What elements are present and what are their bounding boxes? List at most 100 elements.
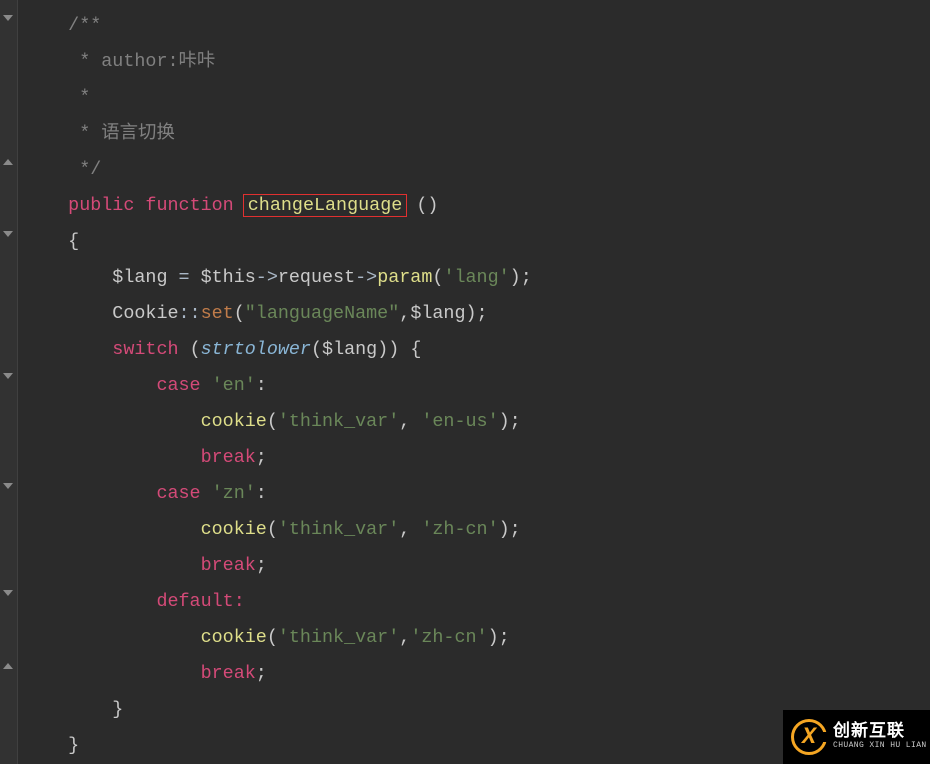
call-token: param: [377, 267, 432, 288]
keyword-break: break: [201, 663, 256, 684]
call-token: cookie: [201, 627, 267, 648]
string-token: 'think_var': [278, 411, 399, 432]
logo-title: 创新互联: [833, 724, 927, 742]
code-editor[interactable]: /** * author:咔咔 * * 语言切换 */ public funct…: [18, 0, 930, 764]
code-line: default:: [18, 584, 930, 620]
code-line: switch (strtolower($lang)) {: [18, 332, 930, 368]
code-line: case 'zn':: [18, 476, 930, 512]
semi-token: ;: [510, 519, 521, 540]
paren-token: (: [234, 303, 245, 324]
call-token: cookie: [201, 411, 267, 432]
variable-token: $lang: [410, 303, 465, 324]
code-line: case 'en':: [18, 368, 930, 404]
paren-token: (: [267, 627, 278, 648]
fold-marker-icon[interactable]: [2, 370, 14, 382]
arrow-token: ->: [256, 267, 278, 288]
logo-letter: X: [802, 724, 816, 750]
builtin-token: strtolower: [201, 339, 311, 360]
fold-marker-icon[interactable]: [2, 480, 14, 492]
paren-token: (: [416, 195, 427, 216]
paren-token: ): [499, 519, 510, 540]
code-line: *: [18, 80, 930, 116]
comma-token: ,: [399, 411, 410, 432]
code-line: {: [18, 224, 930, 260]
code-line: break;: [18, 548, 930, 584]
paren-token: (: [311, 339, 322, 360]
operator-token: =: [167, 267, 200, 288]
semi-token: ;: [256, 663, 267, 684]
brace-token: {: [410, 339, 421, 360]
comment-token: * author:: [68, 51, 178, 72]
semi-token: ;: [256, 447, 267, 468]
fold-marker-icon[interactable]: [2, 228, 14, 240]
code-line: public function changeLanguage (): [18, 188, 930, 224]
code-line: * 语言切换: [18, 116, 930, 152]
string-token: "languageName": [245, 303, 400, 324]
logo-subtitle: CHUANG XIN HU LIAN: [833, 742, 927, 750]
comma-token: ,: [399, 627, 410, 648]
string-token: 'zh-cn': [421, 519, 498, 540]
semi-token: ;: [499, 627, 510, 648]
string-token: 'think_var': [278, 627, 399, 648]
code-line: cookie('think_var', 'en-us');: [18, 404, 930, 440]
watermark-logo: X 创新互联 CHUANG XIN HU LIAN: [783, 710, 930, 764]
brace-token: {: [68, 231, 79, 252]
this-token: $this: [201, 267, 256, 288]
semi-token: ;: [510, 411, 521, 432]
comment-token: *: [68, 123, 101, 144]
paren-token: (: [267, 411, 278, 432]
comma-token: ,: [399, 519, 410, 540]
scope-token: ::: [179, 303, 201, 324]
paren-token: (: [190, 339, 201, 360]
keyword-default: default: [156, 591, 233, 612]
brace-token: }: [112, 699, 123, 720]
logo-icon: X: [791, 719, 827, 755]
comma-token: ,: [399, 303, 410, 324]
fold-marker-icon[interactable]: [2, 12, 14, 24]
colon-token: :: [256, 483, 267, 504]
colon-token: :: [256, 375, 267, 396]
colon-token: :: [234, 591, 245, 612]
string-token: 'zn': [212, 483, 256, 504]
variable-token: $lang: [322, 339, 377, 360]
variable-token: $lang: [112, 267, 167, 288]
code-line: break;: [18, 656, 930, 692]
fold-marker-icon[interactable]: [2, 587, 14, 599]
semi-token: ;: [477, 303, 488, 324]
editor-gutter: [0, 0, 18, 764]
member-token: request: [278, 267, 355, 288]
class-token: Cookie: [112, 303, 178, 324]
arrow-token: ->: [355, 267, 377, 288]
string-token: 'think_var': [278, 519, 399, 540]
call-token: cookie: [201, 519, 267, 540]
string-token: 'en': [212, 375, 256, 396]
code-line: * author:咔咔: [18, 44, 930, 80]
string-token: 'lang': [443, 267, 509, 288]
comment-token: */: [68, 159, 101, 180]
keyword-case: case: [156, 375, 200, 396]
code-line: cookie('think_var','zh-cn');: [18, 620, 930, 656]
comment-token: 语言切换: [101, 123, 175, 144]
paren-token: (: [267, 519, 278, 540]
paren-token: ): [377, 339, 388, 360]
paren-token: ): [466, 303, 477, 324]
fold-marker-column: [0, 0, 18, 764]
paren-token: ): [510, 267, 521, 288]
static-call-token: set: [201, 303, 234, 324]
string-token: 'zh-cn': [410, 627, 487, 648]
code-line: $lang = $this->request->param('lang');: [18, 260, 930, 296]
paren-token: (: [432, 267, 443, 288]
keyword-case: case: [156, 483, 200, 504]
keyword-break: break: [201, 447, 256, 468]
paren-token: ): [388, 339, 399, 360]
code-line: cookie('think_var', 'zh-cn');: [18, 512, 930, 548]
highlight-box: changeLanguage: [243, 194, 408, 217]
fold-marker-icon[interactable]: [2, 660, 14, 672]
semi-token: ;: [521, 267, 532, 288]
fold-marker-icon[interactable]: [2, 156, 14, 168]
paren-token: ): [427, 195, 438, 216]
keyword-switch: switch: [112, 339, 178, 360]
keyword-public: public: [68, 195, 134, 216]
paren-token: ): [499, 411, 510, 432]
keyword-function: function: [145, 195, 233, 216]
